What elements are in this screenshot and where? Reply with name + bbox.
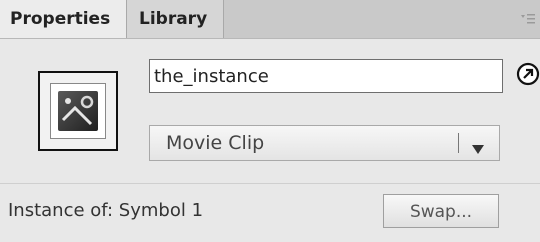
movie-clip-symbol-icon xyxy=(50,83,106,139)
chevron-down-icon[interactable] xyxy=(472,138,484,154)
tab-library[interactable]: Library xyxy=(127,0,224,38)
instance-of-label: Instance of: xyxy=(8,200,114,221)
section-divider xyxy=(0,183,540,184)
instance-name-field[interactable] xyxy=(149,59,503,93)
panel-tab-bar: Properties Library xyxy=(0,0,540,39)
instance-of-row: Instance of: Symbol 1 xyxy=(8,196,203,226)
edit-symbol-icon[interactable] xyxy=(516,62,540,86)
select-separator xyxy=(458,133,459,153)
swap-button[interactable]: Swap... xyxy=(383,194,499,228)
tab-properties[interactable]: Properties xyxy=(0,0,127,38)
symbol-type-select[interactable]: Movie Clip xyxy=(149,125,500,161)
symbol-name: Symbol 1 xyxy=(118,200,204,221)
panel-menu-icon[interactable] xyxy=(520,12,536,26)
symbol-preview xyxy=(38,71,118,151)
symbol-type-value: Movie Clip xyxy=(166,132,265,154)
